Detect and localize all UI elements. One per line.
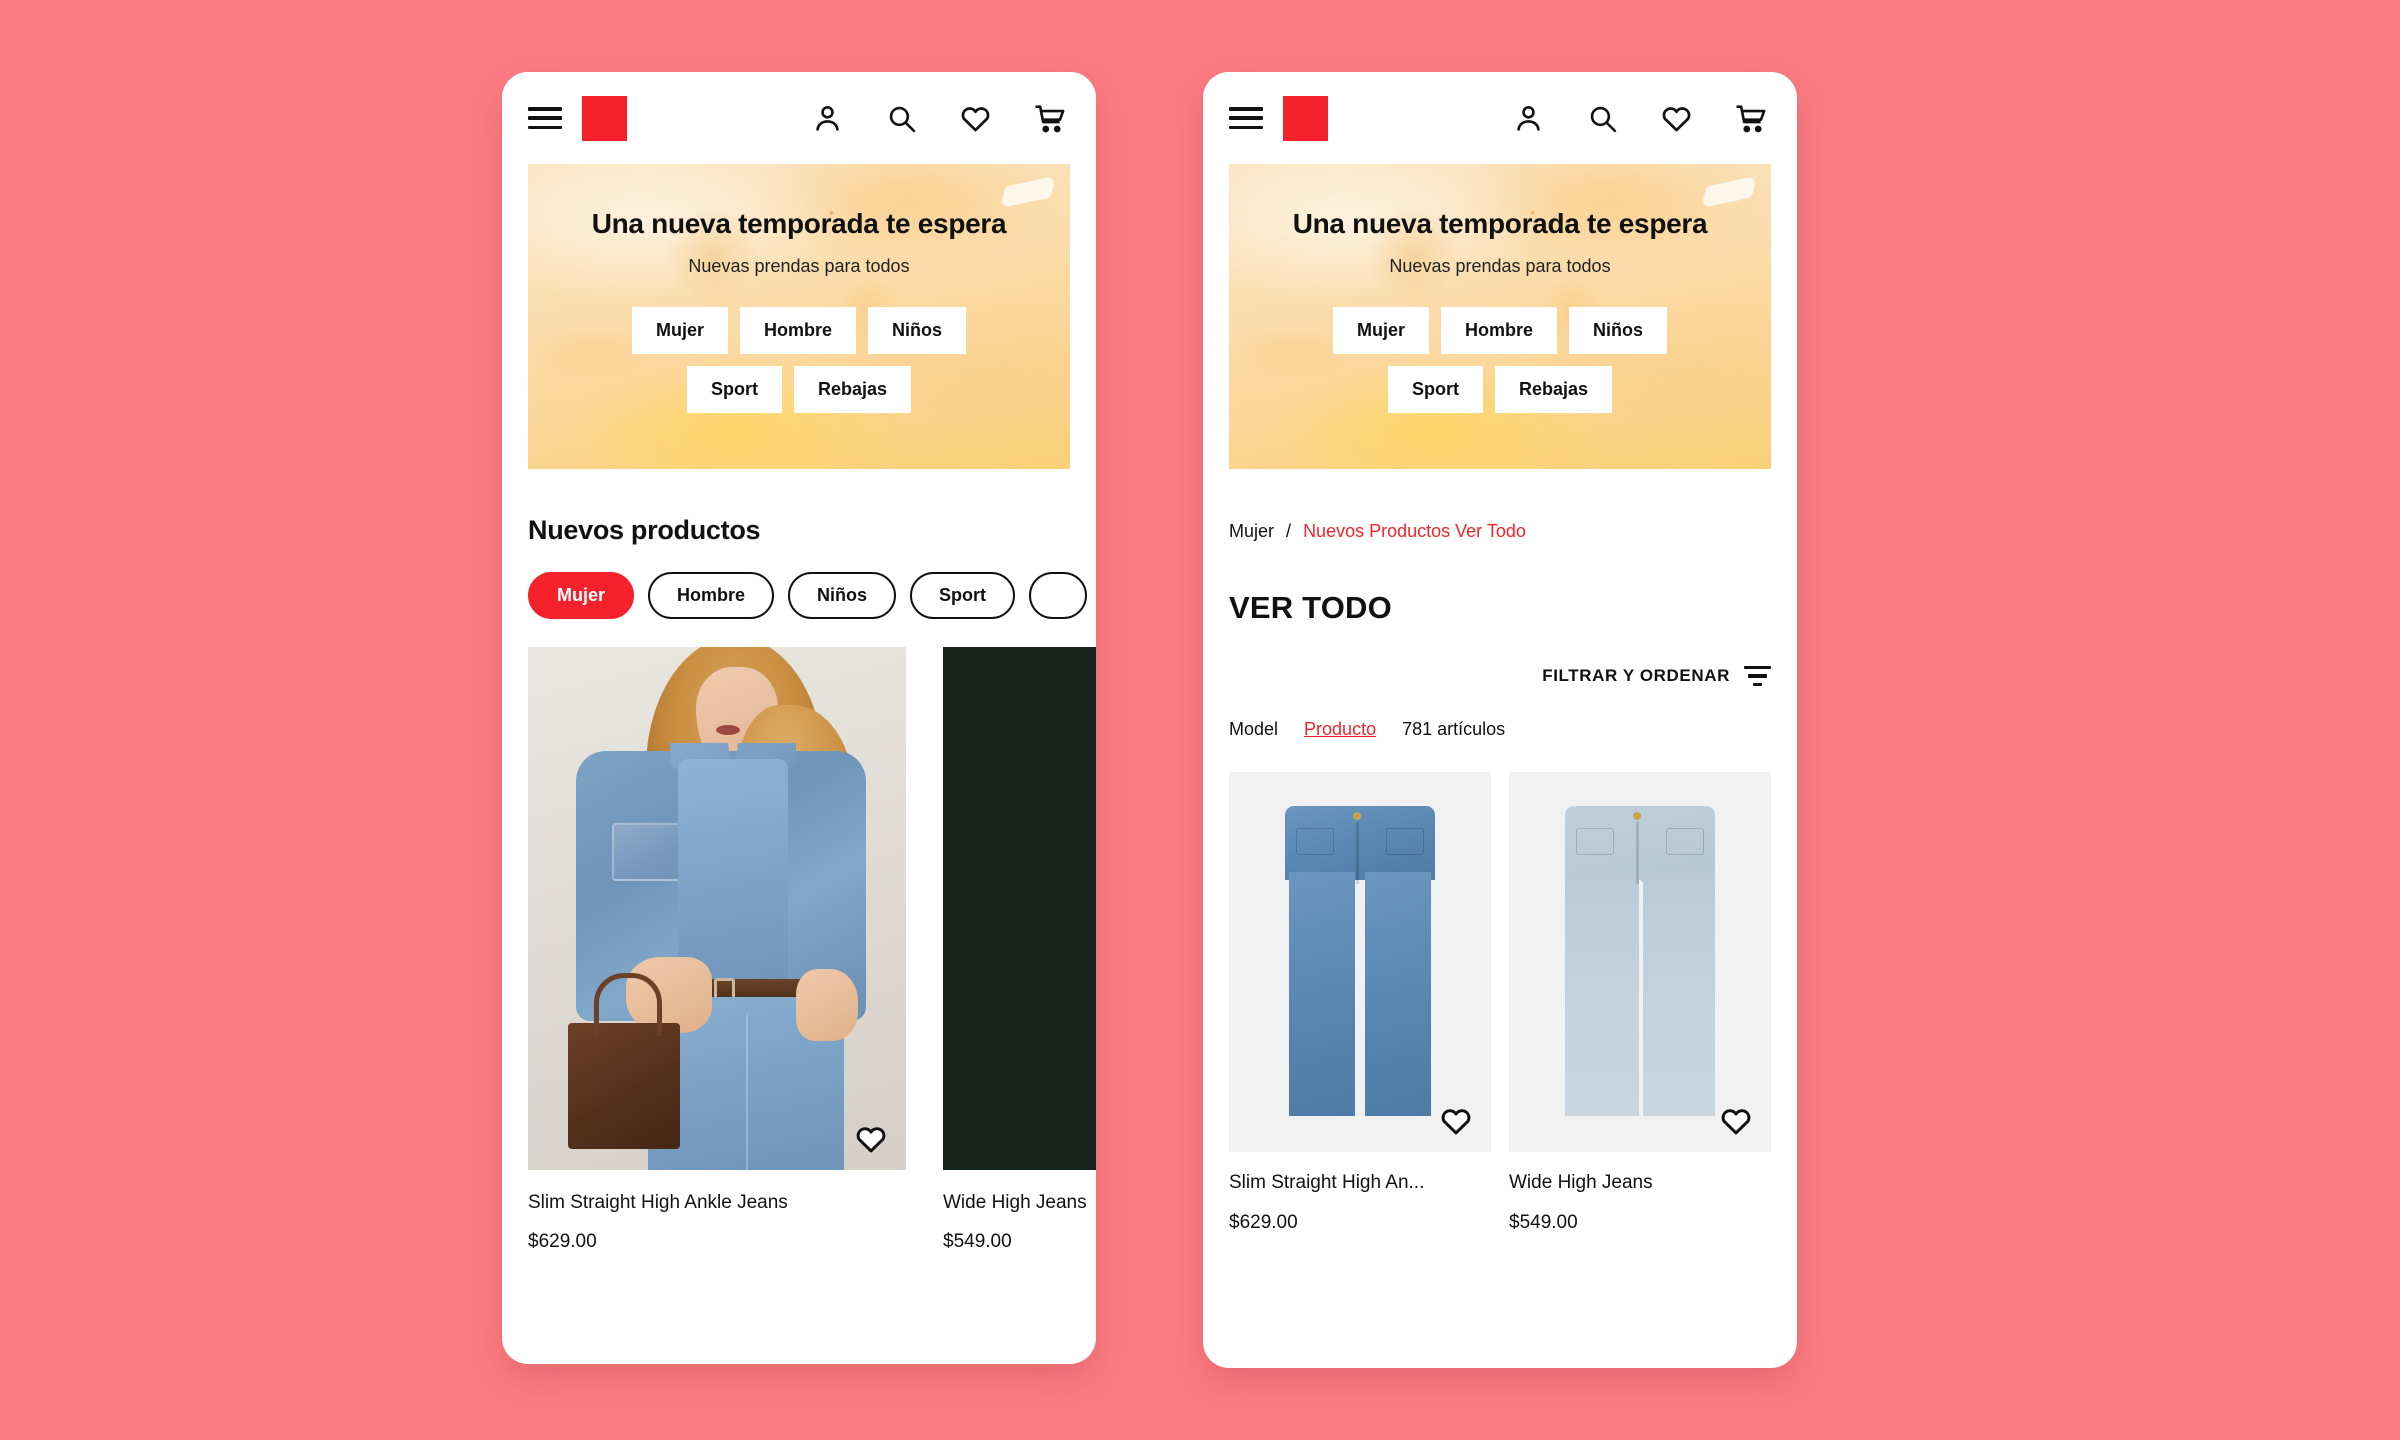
hero-button-hombre[interactable]: Hombre xyxy=(739,307,856,354)
category-chip-carousel[interactable]: Mujer Hombre Niños Sport xyxy=(502,572,1096,619)
product-name: Wide High Jeans xyxy=(1509,1172,1653,1193)
hero-banner-right: Una nueva temporada te espera Nuevas pre… xyxy=(1229,164,1771,469)
chip-hombre[interactable]: Hombre xyxy=(648,572,775,619)
product-card[interactable]: Slim Straight High An... $629.00 xyxy=(1229,772,1491,1234)
hero-subtitle: Nuevas prendas para todos xyxy=(688,256,910,276)
sort-option-producto[interactable]: Producto xyxy=(1304,719,1376,740)
hero-button-hombre[interactable]: Hombre xyxy=(1440,307,1557,354)
phone-mockup-right: Una nueva temporada te espera Nuevas pre… xyxy=(1203,72,1797,1368)
item-count: 781 artículos xyxy=(1402,719,1506,739)
hero-subtitle: Nuevas prendas para todos xyxy=(1389,256,1611,276)
product-card[interactable]: Slim Straight High Ankle Jeans $629.00 xyxy=(528,647,906,1253)
chip-ninos[interactable]: Niños xyxy=(788,572,897,619)
hero-title: Una nueva temporada te espera xyxy=(1292,208,1708,239)
heart-wishlist-icon[interactable] xyxy=(1660,102,1693,135)
hero-category-buttons: Mujer Hombre Niños Sport Rebajas xyxy=(1229,307,1771,413)
section-title-nuevos-productos: Nuevos productos xyxy=(528,515,761,545)
header-icon-group-right xyxy=(1512,102,1771,135)
product-image-model-denim[interactable] xyxy=(528,647,906,1170)
product-card[interactable]: Wide High Jeans $549.00 xyxy=(1509,772,1771,1234)
hero-button-sport[interactable]: Sport xyxy=(1387,366,1483,413)
breadcrumb-separator: / xyxy=(1286,521,1292,541)
hamburger-menu-icon[interactable] xyxy=(528,107,562,129)
hero-button-rebajas[interactable]: Rebajas xyxy=(1494,366,1613,413)
product-image-dark-backdrop[interactable] xyxy=(943,647,1096,1170)
hero-button-sport[interactable]: Sport xyxy=(686,366,782,413)
filter-sort-button[interactable]: FILTRAR Y ORDENAR xyxy=(1203,666,1797,686)
breadcrumb-root[interactable]: Mujer xyxy=(1229,521,1274,541)
sort-options-bar: Model Producto 781 artículos xyxy=(1229,719,1797,740)
product-grid: Slim Straight High An... $629.00 Wide Hi… xyxy=(1203,772,1797,1234)
search-icon[interactable] xyxy=(1586,102,1619,135)
product-price: $549.00 xyxy=(943,1231,1012,1252)
hero-banner-left: Una nueva temporada te espera Nuevas pre… xyxy=(528,164,1070,469)
breadcrumb: Mujer / Nuevos Productos Ver Todo xyxy=(1229,521,1797,542)
product-name: Slim Straight High Ankle Jeans xyxy=(528,1192,788,1213)
heart-wishlist-icon[interactable] xyxy=(959,102,992,135)
product-price: $629.00 xyxy=(1229,1212,1298,1233)
hero-button-ninos[interactable]: Niños xyxy=(868,307,967,354)
phone-mockup-left: Una nueva temporada te espera Nuevas pre… xyxy=(502,72,1096,1364)
heart-outline-icon[interactable] xyxy=(1719,1104,1753,1138)
sort-option-model[interactable]: Model xyxy=(1229,719,1278,740)
hero-button-ninos[interactable]: Niños xyxy=(1569,307,1668,354)
brand-logo[interactable] xyxy=(1283,95,1328,141)
hero-title: Una nueva temporada te espera xyxy=(591,208,1007,239)
product-name: Slim Straight High An... xyxy=(1229,1172,1425,1193)
brand-logo[interactable] xyxy=(582,95,627,141)
filter-sort-label: FILTRAR Y ORDENAR xyxy=(1542,666,1730,685)
jeans-flatlay-light xyxy=(1565,806,1715,1116)
account-person-icon[interactable] xyxy=(1512,102,1545,135)
hero-button-rebajas[interactable]: Rebajas xyxy=(793,366,912,413)
product-image-slim-straight-jeans[interactable] xyxy=(1229,772,1491,1152)
hero-category-buttons: Mujer Hombre Niños Sport Rebajas xyxy=(528,307,1070,413)
search-icon[interactable] xyxy=(885,102,918,135)
chip-partial-next[interactable] xyxy=(1029,572,1088,619)
chip-sport[interactable]: Sport xyxy=(910,572,1016,619)
hero-button-mujer[interactable]: Mujer xyxy=(631,307,728,354)
breadcrumb-current[interactable]: Nuevos Productos Ver Todo xyxy=(1303,521,1526,541)
hamburger-menu-icon[interactable] xyxy=(1229,107,1263,129)
page-title: VER TODO xyxy=(1229,590,1392,625)
account-person-icon[interactable] xyxy=(811,102,844,135)
product-card[interactable]: Wide High Jeans $549.00 xyxy=(943,647,1096,1253)
app-header-left xyxy=(502,72,1096,164)
header-icon-group-left xyxy=(811,102,1070,135)
product-price: $629.00 xyxy=(528,1231,597,1252)
shopping-cart-icon[interactable] xyxy=(1033,102,1066,135)
heart-outline-icon[interactable] xyxy=(1439,1104,1473,1138)
product-image-wide-high-jeans[interactable] xyxy=(1509,772,1771,1152)
heart-outline-icon[interactable] xyxy=(854,1122,888,1156)
product-carousel-left[interactable]: Slim Straight High Ankle Jeans $629.00 W… xyxy=(502,647,1096,1253)
shopping-cart-icon[interactable] xyxy=(1734,102,1767,135)
model-photo-backdrop xyxy=(528,647,906,1170)
app-header-right xyxy=(1203,72,1797,164)
jeans-flatlay-dark xyxy=(1285,806,1435,1116)
product-price: $549.00 xyxy=(1509,1212,1578,1233)
filter-sort-icon xyxy=(1744,666,1771,686)
hero-button-mujer[interactable]: Mujer xyxy=(1332,307,1429,354)
chip-mujer[interactable]: Mujer xyxy=(528,572,635,619)
product-name: Wide High Jeans xyxy=(943,1192,1087,1213)
